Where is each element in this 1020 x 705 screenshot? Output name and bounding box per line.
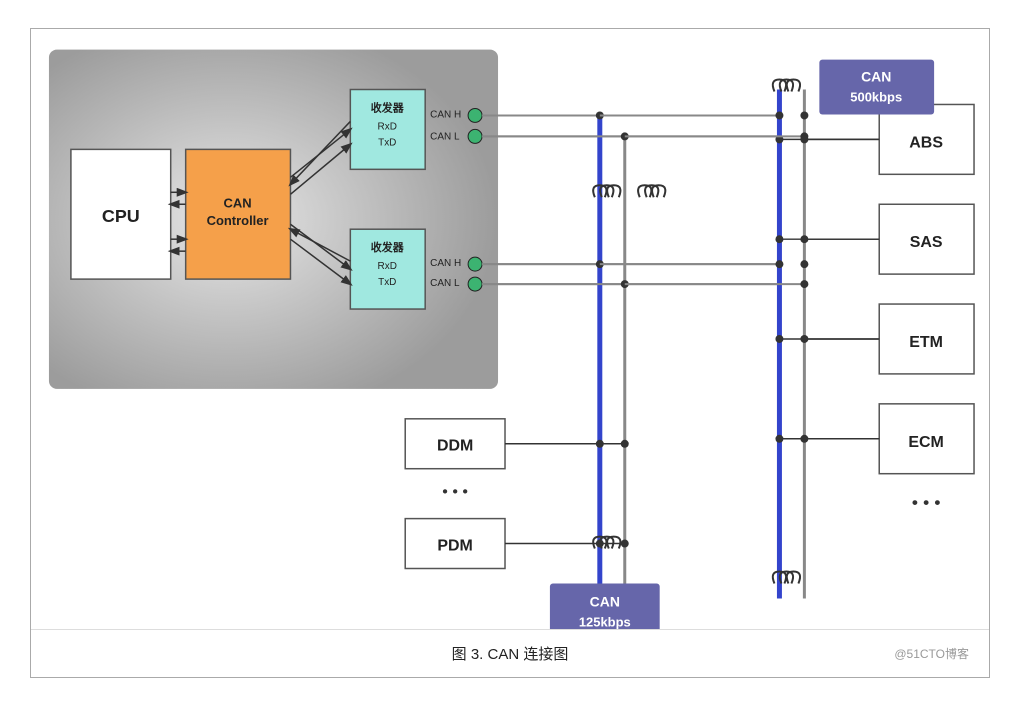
svg-text:Controller: Controller: [207, 213, 269, 228]
svg-text:ETM: ETM: [909, 333, 943, 350]
svg-text:ABS: ABS: [909, 134, 943, 151]
svg-text:CAN H: CAN H: [430, 258, 461, 269]
outer-container: CPU CAN Controller 收发器 RxD TxD 收发器 RxD T…: [30, 28, 990, 678]
svg-text:• • •: • • •: [912, 492, 941, 512]
caption: 图 3. CAN 连接图 @51CTO博客: [31, 629, 989, 677]
svg-text:ECM: ECM: [908, 433, 943, 450]
svg-text:收发器: 收发器: [371, 240, 405, 254]
svg-text:CAN: CAN: [224, 195, 252, 210]
svg-text:CAN: CAN: [861, 68, 891, 84]
svg-text:500kbps: 500kbps: [850, 89, 902, 104]
svg-text:125kbps: 125kbps: [579, 614, 631, 629]
svg-text:CAN: CAN: [590, 593, 620, 609]
diagram-area: CPU CAN Controller 收发器 RxD TxD 收发器 RxD T…: [31, 29, 989, 629]
svg-text:SAS: SAS: [910, 234, 943, 251]
svg-text:RxD: RxD: [378, 261, 397, 272]
svg-text:TxD: TxD: [378, 137, 396, 148]
svg-text:CAN L: CAN L: [430, 131, 460, 142]
svg-text:• • •: • • •: [442, 483, 468, 500]
svg-text:RxD: RxD: [378, 121, 397, 132]
caption-text: 图 3. CAN 连接图: [452, 643, 569, 664]
cpu-label: CPU: [102, 206, 140, 226]
svg-text:TxD: TxD: [378, 277, 396, 288]
svg-text:收发器: 收发器: [371, 100, 405, 114]
svg-text:DDM: DDM: [437, 437, 473, 454]
svg-text:CAN H: CAN H: [430, 109, 461, 120]
svg-text:CAN L: CAN L: [430, 278, 460, 289]
svg-text:PDM: PDM: [437, 537, 472, 554]
watermark: @51CTO博客: [894, 645, 969, 662]
